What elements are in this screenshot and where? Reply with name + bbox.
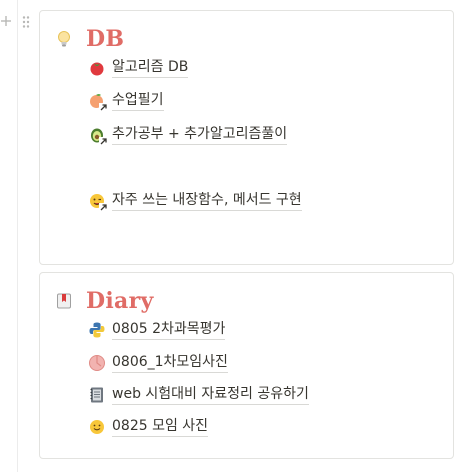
notebook-icon — [88, 386, 106, 404]
db-item-builtin-functions[interactable]: 자주 쓰는 내장함수, 메서드 구현 — [88, 189, 302, 213]
tomato-icon — [88, 59, 106, 77]
peach-link-icon — [88, 92, 108, 112]
diary-callout-card: Diary 0805 2차과목평가 0806_1차모임사진 web 시험대비 자… — [39, 272, 454, 459]
db-heading: DB — [54, 24, 124, 54]
lightbulb-icon — [54, 29, 74, 49]
db-item-label: 알고리즘 DB — [112, 58, 189, 78]
diary-item-label: 0805 2차과목평가 — [112, 320, 226, 340]
db-callout-card: DB 알고리즘 DB 수업필기 추가공부 + 추가알고리즘풀이 자주 쓰는 내장… — [39, 10, 454, 265]
diary-item-web-exam[interactable]: web 시험대비 자료정리 공유하기 — [88, 383, 309, 407]
peach-ball-icon — [88, 354, 106, 372]
db-item-class-notes[interactable]: 수업필기 — [88, 89, 164, 113]
db-item-algorithm-db[interactable]: 알고리즘 DB — [88, 56, 189, 80]
left-guide-line — [17, 0, 18, 472]
db-item-label: 자주 쓰는 내장함수, 메서드 구현 — [112, 191, 302, 211]
bookmark-book-icon — [54, 291, 74, 311]
db-item-label: 수업필기 — [112, 91, 164, 111]
avocado-link-icon — [88, 126, 108, 146]
diary-item-label: 0806_1차모임사진 — [112, 353, 228, 373]
diary-item-0805[interactable]: 0805 2차과목평가 — [88, 318, 226, 342]
db-item-label: 추가공부 + 추가알고리즘풀이 — [112, 125, 288, 145]
db-item-extra-study[interactable]: 추가공부 + 추가알고리즘풀이 — [88, 123, 288, 147]
diary-item-0825[interactable]: 0825 모임 사진 — [88, 415, 209, 439]
diary-item-0806[interactable]: 0806_1차모임사진 — [88, 351, 228, 375]
add-block-icon[interactable] — [0, 14, 12, 28]
db-title: DB — [86, 26, 125, 52]
diary-item-label: web 시험대비 자료정리 공유하기 — [112, 385, 309, 405]
diary-heading: Diary — [54, 286, 154, 316]
python-logo-icon — [88, 321, 106, 339]
winking-face-link-icon — [88, 192, 108, 212]
diary-item-label: 0825 모임 사진 — [112, 417, 209, 437]
smiley-face-icon — [88, 418, 106, 436]
drag-handle-icon[interactable] — [21, 15, 31, 29]
diary-title: Diary — [86, 288, 154, 314]
